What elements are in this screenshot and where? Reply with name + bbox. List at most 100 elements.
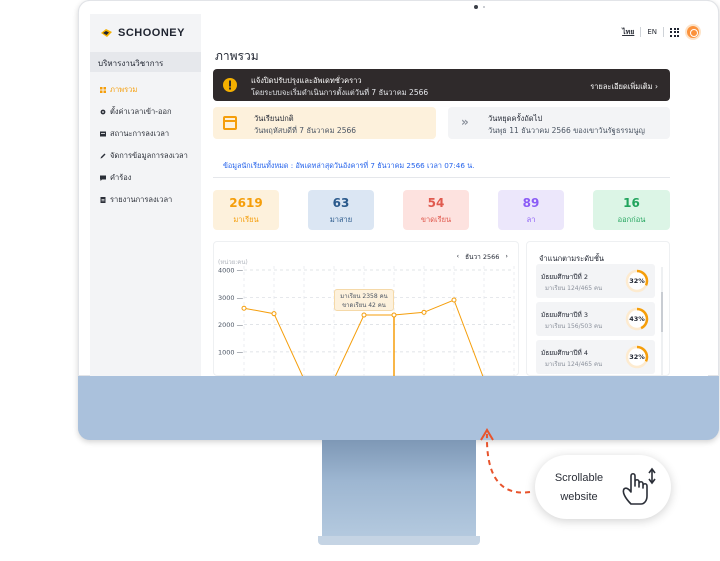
sidebar-item-manage[interactable]: จัดการข้อมูลการลงเวลา <box>100 150 188 162</box>
last-updated-text: ข้อมูลนักเรียนทั้งหมด : อัพเดทล่าสุดวันอ… <box>223 161 475 170</box>
maintenance-notice: แจ้งปิดปรับปรุงและอัพเดทชั่วคราว โดยระบบ… <box>213 69 670 101</box>
logo-mark-icon <box>101 29 112 37</box>
ranking-scroll-thumb[interactable] <box>661 292 663 332</box>
double-chevron-icon: » <box>461 115 469 129</box>
chevron-left-icon[interactable]: ‹ <box>456 252 459 262</box>
sidebar-item-label: คำร้อง <box>110 173 132 182</box>
calendar-icon <box>223 116 237 130</box>
monitor-stand <box>322 440 476 542</box>
progress-percent: 32% <box>629 353 645 361</box>
list-item[interactable]: มัธยมศึกษาปีที่ 3 มาเรียน 156/503 คน 43% <box>536 302 655 336</box>
tooltip-line: ขาดเรียน 42 คน <box>342 302 386 309</box>
data-point <box>271 311 277 317</box>
sidebar-item-label: ภาพรวม <box>110 85 138 94</box>
camera-led-icon <box>483 6 485 8</box>
notice-title: แจ้งปิดปรับปรุงและอัพเดทชั่วคราว <box>251 76 362 85</box>
pencil-icon <box>100 153 106 159</box>
apps-grid-icon[interactable] <box>670 27 679 37</box>
lang-th-link[interactable]: ไทย <box>622 27 634 38</box>
stat-value: 89 <box>522 196 540 210</box>
sidebar-item-requests[interactable]: คำร้อง <box>100 172 131 184</box>
stat-card[interactable]: 2619 มาเรียน <box>213 190 279 230</box>
stat-label: ลา <box>526 215 536 224</box>
sidebar-item-label: จัดการข้อมูลการลงเวลา <box>110 151 188 160</box>
sidebar-item-time-settings[interactable]: ตั้งค่าเวลาเข้า-ออก <box>100 106 172 118</box>
stat-value: 54 <box>427 196 445 210</box>
report-icon <box>100 197 106 203</box>
y-tick-label: 2000 — <box>218 321 244 329</box>
sidebar-item-label: ตั้งค่าเวลาเข้า-ออก <box>110 107 172 116</box>
stat-card[interactable]: 16 ออกก่อน <box>593 190 670 230</box>
data-point <box>451 297 457 303</box>
grade-attendance: มาเรียน 156/503 คน <box>545 323 603 330</box>
progress-ring: 43% <box>625 307 649 331</box>
monitor-stand-base <box>318 536 480 545</box>
chart-period-nav: ‹ ธันวา 2566 › <box>456 252 508 262</box>
stat-value: 63 <box>332 196 350 210</box>
scroll-arrow-icon <box>480 428 531 494</box>
progress-percent: 32% <box>629 277 645 285</box>
data-point <box>421 309 427 315</box>
stat-label: ออกก่อน <box>617 215 646 224</box>
sidebar: SCHOONEY บริหารงานวิชาการ ภาพรวม ตั้งค่า… <box>90 14 201 376</box>
callout-text: Scrollable website <box>541 469 617 507</box>
scrollable-callout: Scrollable website <box>535 455 671 519</box>
chevron-right-icon[interactable]: › <box>505 252 508 262</box>
today-title: วันเรียนปกติ <box>254 114 294 123</box>
y-tick-label: 3000 — <box>218 294 244 302</box>
list-item[interactable]: มัธยมศึกษาปีที่ 2 มาเรียน 124/465 คน 32% <box>536 264 655 298</box>
data-point <box>241 305 247 311</box>
progress-ring: 32% <box>625 269 649 293</box>
dashboard-icon <box>100 87 106 93</box>
divider <box>640 27 642 37</box>
data-point <box>361 312 367 318</box>
header-tools: ไทย EN <box>622 24 701 40</box>
notice-link-label: รายละเอียดเพิ่มเติม <box>590 82 653 91</box>
list-item[interactable]: มัธยมศึกษาปีที่ 4 มาเรียน 124/465 คน 32% <box>536 340 655 374</box>
divider <box>213 177 670 178</box>
chevron-right-icon: › <box>655 82 658 91</box>
card-icon <box>100 131 106 137</box>
today-card: วันเรียนปกติ วันพฤหัสบดีที่ 7 ธันวาคม 25… <box>213 107 436 139</box>
next-holiday-card: » วันหยุดครั้งถัดไป วันพุธ 11 ธันวาคม 25… <box>448 107 670 139</box>
next-holiday-title: วันหยุดครั้งถัดไป <box>488 114 543 123</box>
stat-value: 16 <box>623 196 640 210</box>
brand-name: SCHOONEY <box>118 27 185 39</box>
tooltip-line: มาเรียน 2358 คน <box>340 293 388 300</box>
camera-icon <box>474 5 478 9</box>
notice-more-link[interactable]: รายละเอียดเพิ่มเติม › <box>590 81 658 93</box>
lang-en-link[interactable]: EN <box>647 28 657 36</box>
sidebar-item-label: รายงานการลงเวลา <box>110 195 173 204</box>
warning-gear-icon <box>223 78 237 92</box>
sidebar-item-overview[interactable]: ภาพรวม <box>100 84 137 96</box>
stat-card[interactable]: 63 มาสาย <box>308 190 374 230</box>
stat-card[interactable]: 89 ลา <box>498 190 564 230</box>
stat-value: 2619 <box>229 196 263 210</box>
sidebar-item-status[interactable]: สถานะการลงเวลา <box>100 128 169 140</box>
callout-line: Scrollable <box>554 472 604 484</box>
y-tick-label: 4000 — <box>218 267 244 275</box>
chart-period: ธันวา 2566 <box>465 253 500 261</box>
y-axis-label: (หน่วย:คน) <box>218 259 248 266</box>
grade-attendance: มาเรียน 124/465 คน <box>545 285 603 292</box>
callout-line: website <box>560 491 598 503</box>
attendance-chart: 4000 — 3000 — 2000 — 1000 — (หน่วย:คน) ‹ ธั… <box>213 241 519 376</box>
brand-logo[interactable]: SCHOONEY <box>100 27 185 39</box>
website-screen[interactable]: SCHOONEY บริหารงานวิชาการ ภาพรวม ตั้งค่า… <box>90 14 708 376</box>
progress-percent: 43% <box>629 315 645 323</box>
sidebar-section-title: บริหารงานวิชาการ <box>90 52 201 72</box>
sidebar-item-label: สถานะการลงเวลา <box>110 129 170 138</box>
stat-label: มาเรียน <box>233 215 259 224</box>
notice-subtitle: โดยระบบจะเริ่มดำเนินการตั้งแต่วันที่ 7 ธ… <box>251 88 429 97</box>
series-line <box>243 299 484 376</box>
sidebar-item-report[interactable]: รายงานการลงเวลา <box>100 194 172 206</box>
avatar[interactable] <box>685 24 701 40</box>
stat-card[interactable]: 54 ขาดเรียน <box>403 190 469 230</box>
grade-ranking-panel: จำแนกตามระดับชั้น มัธยมศึกษาปีที่ 2 มาเรี… <box>526 241 670 376</box>
next-holiday-date: วันพุธ 11 ธันวาคม 2566 ของเขาวันรัฐธรรมน… <box>488 126 645 135</box>
grade-attendance: มาเรียน 124/465 คน <box>545 361 603 368</box>
stat-label: มาสาย <box>329 215 353 224</box>
grade-name: มัธยมศึกษาปีที่ 2 <box>541 273 588 281</box>
mockup-scene: SCHOONEY บริหารงานวิชาการ ภาพรวม ตั้งค่า… <box>0 0 720 561</box>
stat-label: ขาดเรียน <box>420 215 452 224</box>
